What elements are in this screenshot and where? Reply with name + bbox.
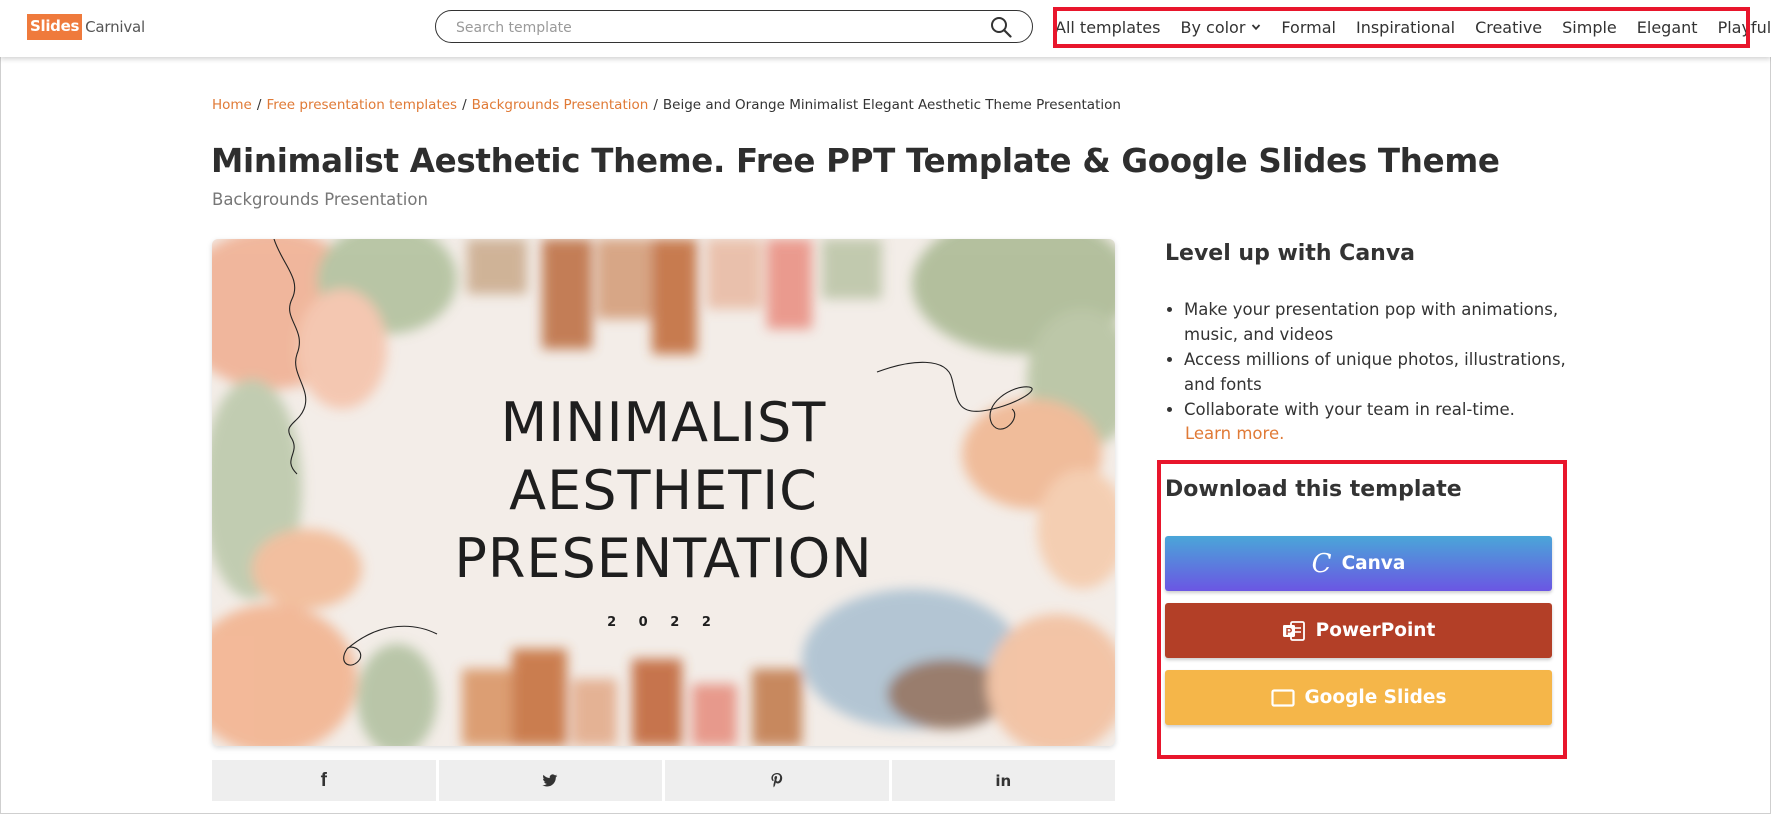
- logo-carnival-text: Carnival: [85, 18, 146, 36]
- pinterest-icon: [771, 772, 782, 787]
- logo-slides-text: Slides: [27, 14, 83, 40]
- share-facebook-button[interactable]: f: [212, 760, 436, 801]
- template-preview-image[interactable]: MINIMALIST AESTHETIC PRESENTATION 2 0 2 …: [212, 239, 1115, 746]
- breadcrumb: Home / Free presentation templates / Backgro…: [212, 97, 1121, 113]
- twitter-icon: [542, 773, 558, 786]
- facebook-icon: f: [320, 769, 327, 791]
- search-bar: [435, 10, 1033, 43]
- list-item: Access millions of unique photos, illust…: [1184, 347, 1574, 397]
- search-input[interactable]: [454, 17, 978, 39]
- download-google-slides-label: Google Slides: [1304, 687, 1447, 708]
- learn-more-link[interactable]: Learn more.: [1185, 424, 1284, 443]
- breadcrumb-separator: /: [462, 97, 467, 113]
- powerpoint-icon: P: [1282, 619, 1306, 643]
- list-item: Make your presentation pop with animatio…: [1184, 297, 1574, 347]
- share-bar: f in: [212, 760, 1115, 801]
- google-slides-icon: [1270, 688, 1295, 707]
- download-powerpoint-button[interactable]: P PowerPoint: [1165, 603, 1552, 658]
- download-heading: Download this template: [1165, 477, 1462, 502]
- site-logo[interactable]: Slides Carnival: [27, 14, 145, 40]
- canva-heading: Level up with Canva: [1165, 241, 1416, 266]
- slide-title-line: MINIMALIST: [500, 391, 827, 454]
- share-pinterest-button[interactable]: [665, 760, 889, 801]
- search-icon[interactable]: [990, 16, 1012, 38]
- download-google-slides-button[interactable]: Google Slides: [1165, 670, 1552, 725]
- breadcrumb-current: Beige and Orange Minimalist Elegant Aest…: [662, 97, 1121, 113]
- download-canva-label: Canva: [1341, 553, 1406, 574]
- page-subtitle: Backgrounds Presentation: [212, 190, 428, 209]
- feature-list: Make your presentation pop with animatio…: [1165, 297, 1574, 422]
- breadcrumb-separator: /: [256, 97, 262, 113]
- canva-icon: C: [1311, 548, 1332, 579]
- site-header: Slides Carnival All templates By color F…: [0, 0, 1771, 57]
- breadcrumb-free-templates[interactable]: Free presentation templates: [266, 97, 457, 113]
- breadcrumb-backgrounds[interactable]: Backgrounds Presentation: [472, 97, 649, 113]
- download-powerpoint-label: PowerPoint: [1315, 620, 1436, 641]
- list-item: Collaborate with your team in real-time.: [1184, 397, 1574, 422]
- slide-title-line: AESTHETIC: [509, 459, 818, 522]
- breadcrumb-separator: /: [653, 97, 658, 113]
- linkedin-icon: in: [995, 771, 1012, 790]
- slide-year: 2 0 2 2: [607, 615, 720, 630]
- share-linkedin-button[interactable]: in: [891, 760, 1115, 801]
- share-twitter-button[interactable]: [438, 760, 662, 801]
- svg-text:P: P: [1285, 627, 1292, 638]
- slide-title-line: PRESENTATION: [454, 527, 873, 590]
- download-canva-button[interactable]: C Canva: [1165, 536, 1552, 591]
- breadcrumb-home[interactable]: Home: [212, 97, 252, 113]
- nav-highlight-box: [1053, 7, 1750, 48]
- page-title: Minimalist Aesthetic Theme. Free PPT Tem…: [211, 142, 1500, 180]
